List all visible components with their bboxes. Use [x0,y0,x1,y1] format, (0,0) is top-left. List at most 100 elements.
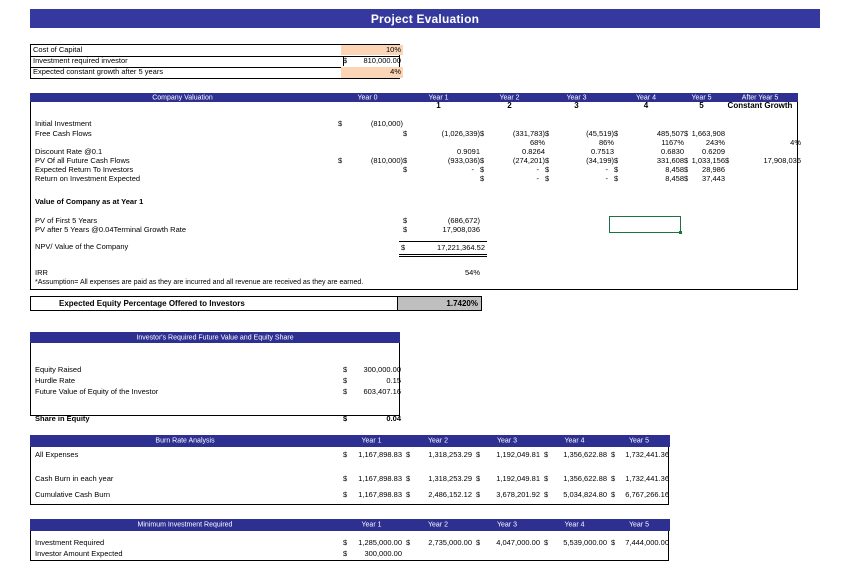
row-label: Cumulative Cash Burn [33,490,343,501]
company-valuation-table: Company Valuation Year 0 Year 1 Year 2 Year … [30,93,801,290]
currency-symbol: $ [476,538,481,548]
row-label-text: Value of Company as at Year 1 [35,197,144,207]
money-cell[interactable]: $ - [401,166,482,175]
money-cell[interactable]: $ (810,000) [336,120,405,129]
money-cell[interactable]: $1,318,253.29 [404,474,474,485]
cell-value: 810,000.00 [363,55,401,65]
money-cell[interactable]: $7,444,000.00 [609,538,671,549]
currency-symbol: $ [343,55,348,65]
cell-value: 0.04 [386,413,401,423]
row-label-text: Cost of Capital [33,44,83,54]
currency-symbol: $ [343,549,348,559]
value-cell[interactable]: 10% [341,45,403,55]
money-cell[interactable]: $ - [478,175,547,184]
column-header: Year 5 [691,94,712,101]
currency-symbol: $ [544,538,549,548]
currency-symbol: $ [401,242,406,252]
expected-equity-value-cell[interactable]: 1.7420% [398,296,482,311]
table-row: Expected constant growth after 5 years 4% [31,67,403,78]
money-cell[interactable]: $8,458 [612,175,686,184]
cell-value: - [536,165,540,175]
value-cell[interactable]: 4% [341,67,403,78]
cell-value: (810,000) [370,156,403,166]
currency-symbol: $ [403,216,408,226]
money-cell[interactable]: $1,167,898.83 [341,450,404,461]
money-cell[interactable]: $6,767,266.16 [609,490,671,501]
row-label-text: NPV/ Value of the Company [35,242,129,252]
money-cell[interactable]: $17,908,036 [401,226,482,235]
row-label-text: All Expenses [35,450,79,460]
investor-table-header-bar: Investor's Required Future Value and Equ… [30,332,400,343]
burn_rate-header-bar: Burn Rate Analysis Year 1 Year 2 Year 3 Year… [30,435,670,447]
money-cell[interactable]: $37,443 [682,175,727,184]
currency-symbol: $ [480,156,485,166]
value-cell[interactable]: $300,000.00 [341,365,403,375]
column-header: Year 3 [497,437,517,445]
company-valuation-header-bar: Company Valuation Year 0 Year 1 Year 2 Year … [30,93,798,102]
column-header: Year 5 [629,437,649,445]
value-cell[interactable]: $810,000.00 [341,56,403,66]
currency-symbol: $ [611,490,616,500]
value-cell[interactable]: $603,407.16 [341,387,403,397]
row-label-text: IRR [35,268,48,278]
currency-symbol: $ [611,474,616,484]
cell-value: (810,000) [370,119,403,129]
money-cell[interactable]: $2,486,152.12 [404,490,474,501]
money-cell[interactable]: $ (1,026,339) [401,130,482,139]
money-cell[interactable]: $4,047,000.00 [474,538,542,549]
cell-value: 1,318,253.29 [428,450,472,460]
money-cell[interactable]: $1,356,622.88 [542,450,609,461]
money-cell[interactable]: $1,732,441.36 [609,474,671,485]
money-cell[interactable]: $1,192,049.81 [474,450,542,461]
section-header: Minimum Investment Required [137,521,233,529]
money-cell[interactable]: $ (933,036) [401,157,482,166]
money-cell[interactable]: $17,908,036 [723,157,803,166]
money-cell[interactable]: $1,318,253.29 [404,450,474,461]
currency-symbol: $ [544,490,549,500]
cell-value: 4% [390,67,401,77]
money-cell[interactable]: $ - [543,175,616,184]
column-header: Year 5 [629,521,649,529]
column-header: After Year 5 [741,94,779,101]
min_investment-header-bar: Minimum Investment Required Year 1 Year 2 Y… [30,519,670,531]
value-cell[interactable]: $0.15 [341,376,403,386]
row-label-text: Expected Return To Investors [35,165,134,175]
money-cell[interactable]: $2,735,000.00 [404,538,474,549]
currency-symbol: $ [343,386,348,396]
money-cell[interactable]: $5,034,824.80 [542,490,609,501]
currency-symbol: $ [403,165,408,175]
row-label-text: Share in Equity [35,413,90,423]
cell-value: - [536,174,540,184]
selection-fill-handle-icon[interactable] [678,230,682,234]
currency-symbol: $ [406,538,411,548]
money-cell[interactable]: $ (810,000) [336,157,405,166]
column-header: Year 1 [428,94,449,101]
page-title: Project Evaluation [30,9,820,28]
selected-cell[interactable] [609,216,682,234]
column-header: Year 0 [357,94,378,101]
expected-equity-label: Expected Equity Percentage Offered to In… [30,296,398,311]
money-cell[interactable]: $1,732,441.36 [609,450,671,461]
cell-value: 17,908,036 [763,156,801,166]
column-header: Year 2 [428,521,448,529]
money-cell[interactable]: $1,285,000.00 [341,538,404,549]
currency-symbol: $ [684,156,689,166]
value-cell[interactable]: $0.04 [341,414,403,424]
money-cell[interactable]: $1,167,898.83 [341,474,404,485]
row-label-text: Investment required investor [33,55,128,65]
row-label: Hurdle Rate [33,376,343,386]
money-cell[interactable]: $300,000.00 [341,549,404,560]
money-cell[interactable]: $1,192,049.81 [474,474,542,485]
money-cell[interactable]: $1,167,898.83 [341,490,404,501]
section-header: Company Valuation [152,94,213,101]
money-cell[interactable]: $1,356,622.88 [542,474,609,485]
money-cell[interactable]: $17,221,364.52 [399,241,487,257]
row-label-text: Future Value of Equity of the Investor [35,386,159,396]
money-cell[interactable]: $3,678,201.92 [474,490,542,501]
money-cell[interactable]: $5,539,000.00 [542,538,609,549]
number-cell[interactable]: 54% [401,269,482,278]
cell-value: 1,356,622.88 [563,450,607,460]
cell-value: 4% [790,138,801,148]
number-cell[interactable]: 4% [723,139,803,148]
currency-symbol: $ [343,364,348,374]
